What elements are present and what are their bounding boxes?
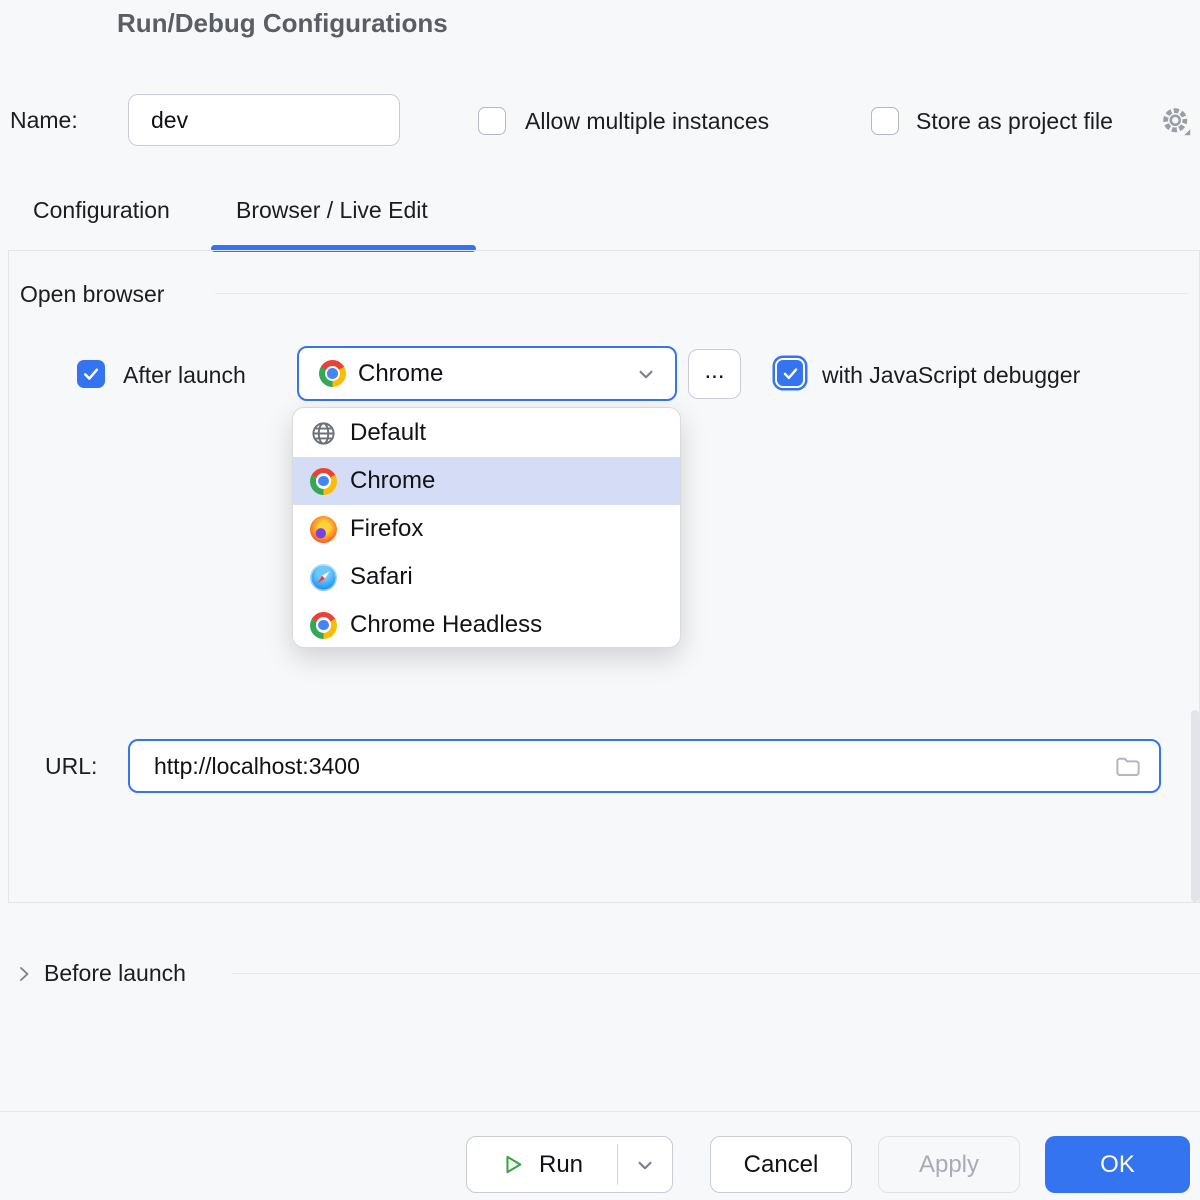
- browser-select-value: Chrome: [358, 359, 444, 387]
- store-as-project-file-checkbox[interactable]: [871, 107, 899, 135]
- run-split-button[interactable]: Run: [466, 1136, 673, 1193]
- dropdown-item-default[interactable]: Default: [293, 409, 680, 457]
- check-icon: [783, 367, 797, 379]
- after-launch-checkbox[interactable]: [77, 360, 105, 388]
- with-js-debugger-label: with JavaScript debugger: [822, 362, 1081, 388]
- before-launch-section-label[interactable]: Before launch: [44, 960, 186, 987]
- name-input-value: dev: [151, 106, 189, 133]
- run-dropdown-chevron-icon[interactable]: [632, 1152, 658, 1178]
- dropdown-item-label: Default: [350, 419, 427, 446]
- allow-multiple-instances-label: Allow multiple instances: [525, 108, 770, 134]
- chrome-icon: [310, 611, 337, 639]
- folder-icon[interactable]: [1113, 751, 1143, 781]
- url-label: URL:: [45, 753, 98, 779]
- url-input[interactable]: http://localhost:3400: [128, 739, 1161, 793]
- dropdown-item-label: Chrome Headless: [350, 611, 543, 638]
- browser-select[interactable]: Chrome: [297, 346, 677, 401]
- globe-icon: [310, 420, 337, 447]
- gear-icon[interactable]: [1158, 103, 1194, 139]
- after-launch-label: After launch: [123, 362, 246, 388]
- allow-multiple-instances-checkbox[interactable]: [478, 107, 506, 135]
- run-split-divider: [617, 1144, 618, 1185]
- apply-button-label: Apply: [918, 1150, 980, 1178]
- cancel-button-label: Cancel: [743, 1150, 819, 1178]
- browse-more-button[interactable]: ...: [688, 349, 741, 399]
- chrome-icon: [319, 360, 346, 387]
- dropdown-item-label: Firefox: [350, 515, 424, 542]
- more-button-label: ...: [704, 357, 725, 384]
- run-debug-configurations-dialog: Run/Debug Configurations Name: dev Allow…: [0, 0, 1200, 1200]
- browser-dropdown-popup: Default Chrome Firefox Safari Chrome Hea…: [292, 407, 681, 648]
- tab-browser-live-edit[interactable]: Browser / Live Edit: [236, 197, 428, 224]
- cancel-button[interactable]: Cancel: [710, 1136, 852, 1193]
- dropdown-item-chrome[interactable]: Chrome: [293, 457, 680, 505]
- store-as-project-file-label: Store as project file: [916, 108, 1113, 134]
- dropdown-item-label: Chrome: [350, 467, 436, 494]
- ok-button-label: OK: [1100, 1150, 1135, 1178]
- page-title: Run/Debug Configurations: [117, 8, 448, 38]
- chevron-down-icon: [633, 361, 659, 387]
- url-input-value: http://localhost:3400: [154, 752, 360, 779]
- name-label: Name:: [10, 107, 78, 133]
- before-launch-separator: [232, 973, 1200, 974]
- panel-scrollbar[interactable]: [1191, 710, 1199, 902]
- ok-button[interactable]: OK: [1045, 1136, 1190, 1193]
- dropdown-item-chrome-headless[interactable]: Chrome Headless: [293, 601, 680, 647]
- with-js-debugger-checkbox[interactable]: [777, 360, 803, 386]
- chevron-right-icon[interactable]: [12, 962, 36, 986]
- check-icon: [83, 368, 99, 380]
- tab-configuration[interactable]: Configuration: [33, 197, 170, 224]
- dropdown-item-label: Safari: [350, 563, 413, 590]
- chrome-icon: [310, 467, 337, 495]
- safari-icon: [310, 563, 337, 591]
- footer-divider: [0, 1111, 1200, 1112]
- open-browser-separator: [215, 293, 1188, 294]
- dropdown-item-safari[interactable]: Safari: [293, 553, 680, 601]
- run-play-icon: [499, 1151, 526, 1178]
- run-button-label: Run: [539, 1150, 584, 1178]
- apply-button: Apply: [878, 1136, 1020, 1193]
- firefox-icon: [310, 515, 337, 543]
- name-input[interactable]: dev: [128, 94, 400, 146]
- dropdown-item-firefox[interactable]: Firefox: [293, 505, 680, 553]
- open-browser-section-label: Open browser: [20, 281, 165, 307]
